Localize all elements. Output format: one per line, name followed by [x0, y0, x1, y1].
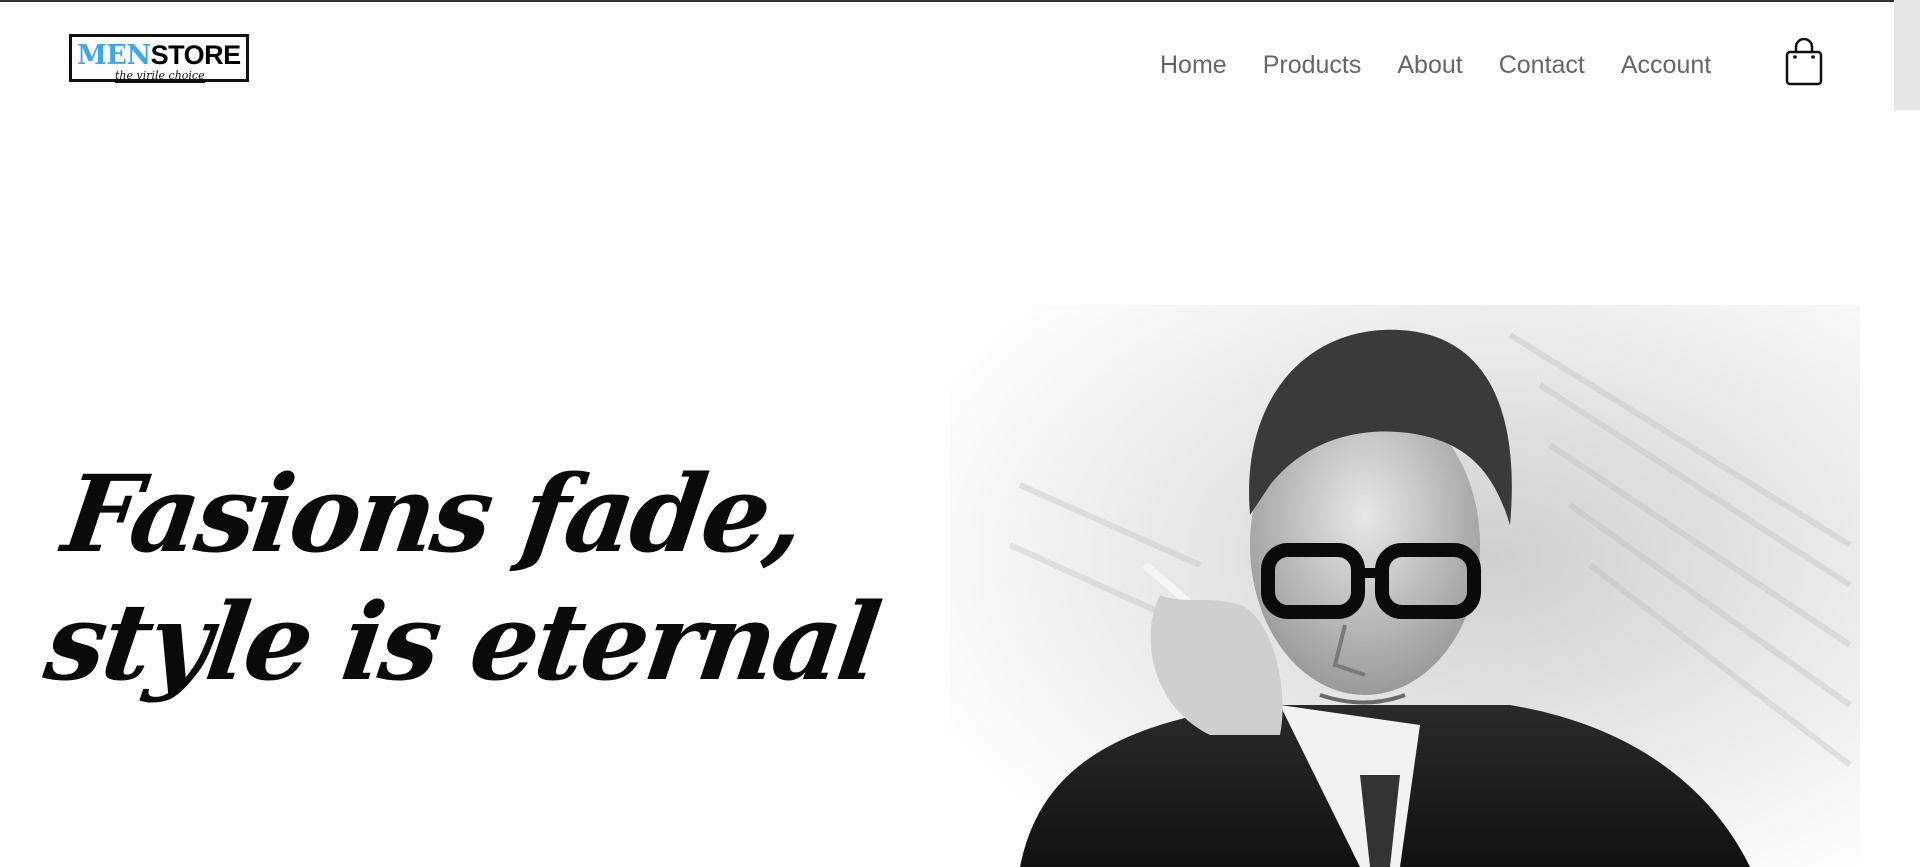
nav-products[interactable]: Products — [1263, 48, 1362, 82]
logo-wordmark: MENSTORE — [77, 40, 241, 71]
logo-tagline: the virile choice — [115, 69, 205, 83]
logo[interactable]: MENSTORE the virile choice — [69, 34, 249, 83]
hero-headline: Fasions fade, style is eternal — [38, 450, 903, 706]
main-nav: Home Products About Contact Account — [1160, 48, 1711, 82]
site-header: MENSTORE the virile choice Home Products… — [0, 2, 1920, 122]
nav-contact[interactable]: Contact — [1499, 48, 1585, 82]
nav-account[interactable]: Account — [1621, 48, 1711, 82]
nav-home[interactable]: Home — [1160, 48, 1227, 82]
logo-men: MEN — [77, 40, 151, 71]
nav-about[interactable]: About — [1397, 48, 1462, 82]
hero-headline-line-2: style is eternal — [38, 579, 886, 704]
hero-portrait-image — [950, 305, 1860, 867]
hero-headline-line-1: Fasions fade, — [56, 451, 811, 576]
logo-store: STORE — [150, 40, 242, 70]
shopping-bag-icon[interactable] — [1784, 37, 1824, 86]
